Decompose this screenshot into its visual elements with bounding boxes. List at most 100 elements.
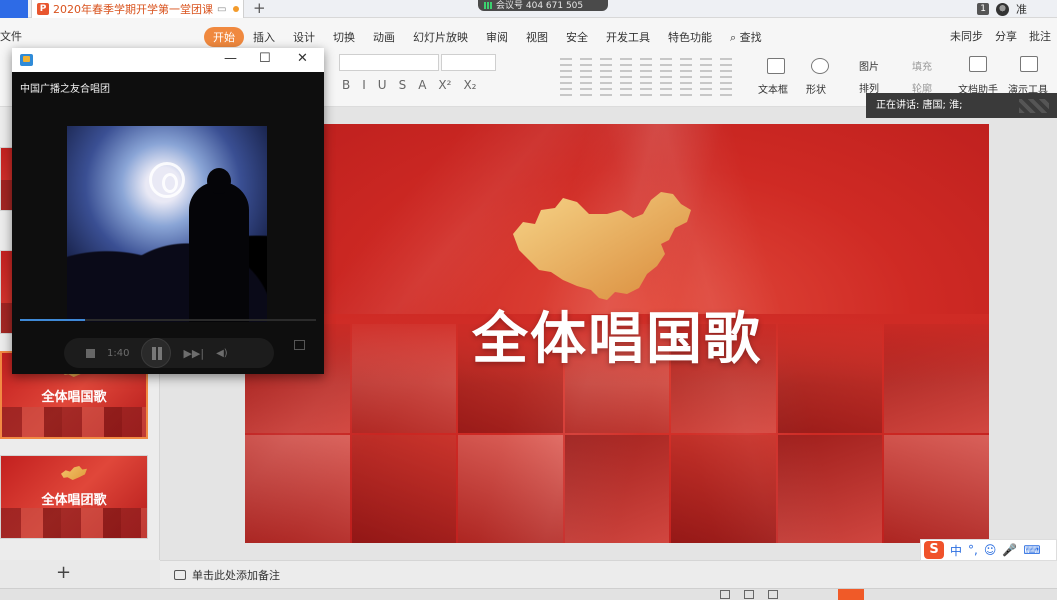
tab-animations[interactable]: 动画 [364, 27, 404, 47]
microphone-icon[interactable]: 🎤 [1002, 543, 1017, 557]
mini-mode-icon[interactable] [294, 340, 305, 350]
thumbnail-title: 全体唱国歌 [41, 390, 107, 405]
watermark-icon [1019, 99, 1049, 113]
shape-button[interactable]: 形状 [806, 81, 826, 96]
normal-view-icon[interactable] [720, 590, 730, 599]
stop-icon[interactable] [86, 348, 95, 358]
underline-button[interactable]: U [378, 78, 387, 92]
album-cover [67, 126, 267, 322]
emoji-icon[interactable]: ☺ [984, 543, 997, 557]
pause-button[interactable] [141, 338, 172, 368]
slide-title[interactable]: 全体唱国歌 [245, 294, 989, 375]
next-track-icon[interactable]: ▶▶| [183, 347, 204, 360]
shape-icon [811, 58, 829, 74]
speaking-indicator: 正在讲话: 唐国; 淮; [866, 93, 1057, 118]
tab-developer[interactable]: 开发工具 [597, 27, 659, 47]
tab-home[interactable]: 开始 [204, 27, 244, 47]
ribbon-tabs: 开始 插入 设计 切换 动画 幻灯片放映 审阅 视图 安全 开发工具 特色功能 … [204, 27, 771, 47]
file-menu[interactable]: 文件 [0, 28, 22, 44]
strikethrough-button[interactable]: S [399, 78, 407, 92]
maximize-button[interactable]: ☐ [259, 51, 271, 66]
tab-view[interactable]: 视图 [517, 27, 557, 47]
thumbnail-photos [2, 407, 146, 437]
meeting-indicator[interactable]: 会议号 404 671 505 [478, 0, 608, 11]
title-bar-right: 1 准 [977, 0, 1057, 18]
reading-view-icon[interactable] [768, 590, 778, 599]
font-color-button[interactable]: A [418, 78, 426, 92]
document-tab[interactable]: P 2020年春季学期开学第一堂团课 ▭ [31, 0, 244, 18]
notes-bar[interactable]: 单击此处添加备注 [160, 560, 1057, 588]
document-assistant-icon [969, 56, 987, 72]
china-map-icon [513, 192, 691, 300]
title-bar: P 2020年春季学期开学第一堂团课 ▭ + 会议号 404 671 505 1… [0, 0, 1057, 18]
china-map-icon [61, 466, 87, 480]
tab-security[interactable]: 安全 [557, 27, 597, 47]
sorter-view-icon[interactable] [744, 590, 754, 599]
bold-button[interactable]: B [342, 78, 350, 92]
view-mode-buttons [720, 590, 778, 599]
close-button[interactable]: ✕ [297, 51, 308, 66]
singer-silhouette [189, 168, 249, 322]
tab-review[interactable]: 审阅 [477, 27, 517, 47]
window-mode-icon[interactable]: ▭ [217, 4, 226, 15]
playback-time: 1:40 [107, 347, 130, 359]
fill-button[interactable]: 填充 [912, 58, 932, 73]
user-name: 准 [1016, 3, 1027, 16]
playback-controls: 1:40 ▶▶| ◀) [64, 338, 274, 368]
current-slide[interactable]: 全体唱国歌 [245, 124, 989, 543]
superscript-button[interactable]: X² [438, 78, 451, 92]
music-player-window[interactable]: — ☐ ✕ 中国广播之友合唱团 1:40 ▶▶| ◀) [12, 48, 324, 374]
font-size-select[interactable] [441, 54, 496, 71]
document-tab-title: 2020年春季学期开学第一堂团课 [53, 3, 213, 16]
slide-thumbnail[interactable]: 全体唱团歌 [0, 455, 148, 539]
ime-punctuation[interactable]: °, [968, 543, 978, 557]
textbox-button[interactable]: 文本框 [758, 81, 788, 96]
speaking-text: 正在讲话: 唐国; 淮; [876, 100, 963, 111]
presentation-tools-icon [1020, 56, 1038, 72]
minimize-button[interactable]: — [224, 51, 237, 66]
play-slideshow-button[interactable] [838, 589, 864, 600]
italic-button[interactable]: I [362, 78, 366, 92]
playback-progress-fill [20, 319, 86, 321]
ime-language[interactable]: 中 [950, 542, 962, 559]
tab-features[interactable]: 特色功能 [659, 27, 721, 47]
ime-toolbar[interactable]: S 中 °, ☺ 🎤 ⌨ [920, 539, 1057, 561]
page-count-badge[interactable]: 1 [977, 3, 989, 15]
tab-slideshow[interactable]: 幻灯片放映 [404, 27, 477, 47]
notes-icon [174, 569, 186, 580]
menu-right-actions: 未同步 分享 批注 [950, 28, 1051, 44]
player-window-titlebar[interactable]: — ☐ ✕ [12, 48, 324, 72]
thumbnail-title: 全体唱团歌 [41, 493, 107, 508]
picture-button[interactable]: 图片 [859, 58, 879, 73]
comment-button[interactable]: 批注 [1029, 28, 1051, 44]
tab-insert[interactable]: 插入 [244, 27, 284, 47]
tab-transitions[interactable]: 切换 [324, 27, 364, 47]
sogou-logo-icon[interactable]: S [924, 541, 944, 559]
search-command[interactable]: ⌕ 查找 [721, 27, 771, 47]
search-icon: ⌕ [730, 31, 737, 44]
text-format-buttons: B I U S A X² X₂ [342, 78, 476, 92]
paragraph-align-buttons[interactable] [560, 58, 740, 98]
add-slide-button[interactable]: + [56, 562, 71, 583]
tab-design[interactable]: 设计 [284, 27, 324, 47]
volume-icon[interactable]: ◀) [216, 348, 228, 359]
unsaved-dot-icon [233, 6, 240, 12]
thumbnail-photos [1, 508, 147, 538]
user-avatar[interactable] [996, 2, 1009, 16]
keyboard-icon[interactable]: ⌨ [1023, 543, 1040, 557]
textbox-icon [767, 58, 785, 74]
font-family-select[interactable] [339, 54, 439, 71]
subscript-button[interactable]: X₂ [463, 78, 476, 92]
new-tab-button[interactable]: + [253, 0, 266, 17]
sync-status[interactable]: 未同步 [950, 28, 983, 44]
search-label: 查找 [739, 31, 762, 44]
presentation-icon: P [37, 3, 49, 15]
meeting-id-label: 会议号 404 671 505 [496, 0, 584, 11]
playback-progress-bar[interactable] [20, 319, 316, 321]
status-bar [0, 588, 1057, 600]
share-button[interactable]: 分享 [995, 28, 1017, 44]
netease-music-logo-icon [149, 162, 185, 198]
notes-placeholder[interactable]: 单击此处添加备注 [192, 567, 280, 583]
player-app-icon [20, 54, 33, 66]
wps-home-tab[interactable] [0, 0, 28, 18]
